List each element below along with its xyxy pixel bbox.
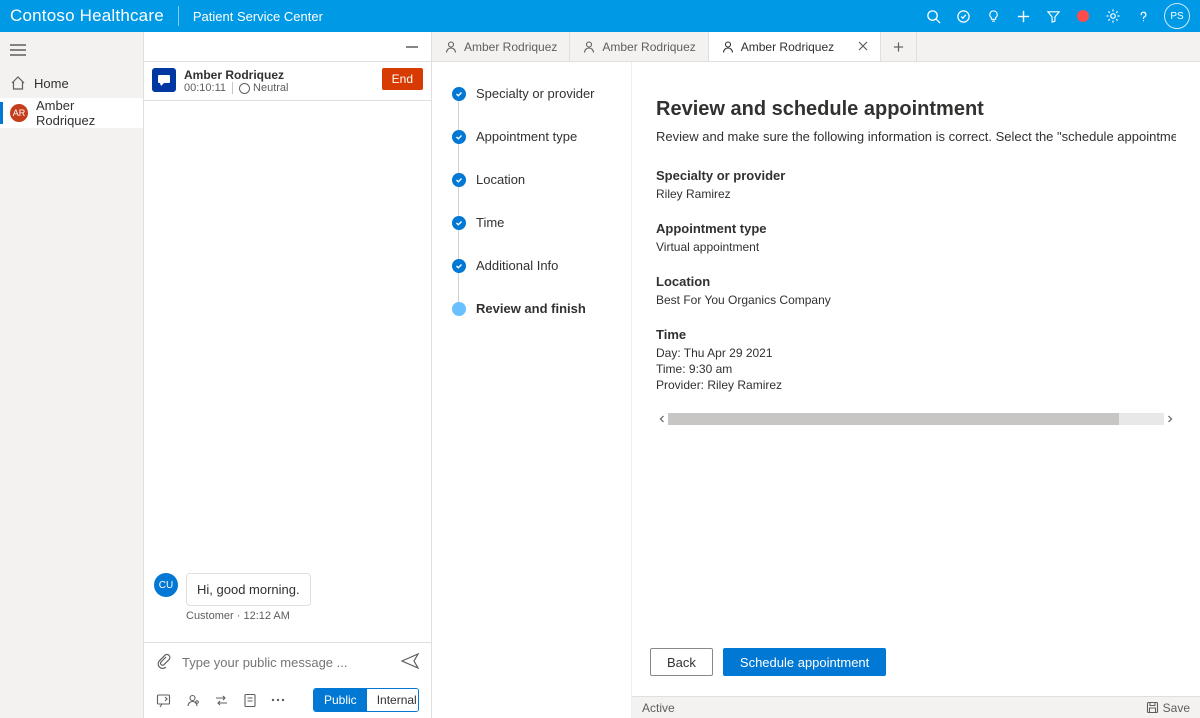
- app-brand: Contoso Healthcare: [10, 6, 179, 26]
- field-label-specialty: Specialty or provider: [656, 168, 1176, 183]
- back-button[interactable]: Back: [650, 648, 713, 676]
- more-icon[interactable]: [271, 698, 285, 702]
- page-title: Review and schedule appointment: [656, 98, 1176, 121]
- scroll-right-icon[interactable]: [1164, 413, 1176, 425]
- step-time[interactable]: Time: [452, 215, 619, 230]
- attach-icon[interactable]: [156, 653, 172, 672]
- nav-item-label: Home: [34, 76, 69, 91]
- tab-2[interactable]: Amber Rodriquez: [570, 32, 708, 61]
- hamburger-menu[interactable]: [0, 32, 143, 68]
- field-value-time-provider: Provider: Riley Ramirez: [656, 378, 1176, 392]
- nav-rail: Home AR Amber Rodriquez: [0, 32, 144, 718]
- compose-area: Public Internal: [144, 642, 431, 718]
- field-label-location: Location: [656, 274, 1176, 289]
- scrollbar-thumb[interactable]: [668, 413, 1119, 425]
- step-label: Time: [476, 215, 504, 230]
- page-description: Review and make sure the following infor…: [656, 129, 1176, 144]
- step-specialty[interactable]: Specialty or provider: [452, 86, 619, 101]
- visibility-internal[interactable]: Internal: [367, 689, 419, 711]
- step-label: Specialty or provider: [476, 86, 595, 101]
- main-panel: Amber Rodriquez Amber Rodriquez Amber Ro…: [432, 32, 1200, 718]
- nav-item-home[interactable]: Home: [0, 68, 143, 98]
- notes-icon[interactable]: [243, 693, 257, 708]
- step-label: Appointment type: [476, 129, 577, 144]
- add-icon[interactable]: [1008, 0, 1038, 32]
- field-value-location: Best For You Organics Company: [656, 293, 1176, 307]
- step-label: Review and finish: [476, 301, 586, 316]
- conversation-panel: Amber Rodriquez 00:10:11 Neutral End CU …: [144, 32, 432, 718]
- transfer-icon[interactable]: [214, 693, 229, 708]
- status-bar: Active Save: [632, 696, 1200, 718]
- tab-strip: Amber Rodriquez Amber Rodriquez Amber Ro…: [432, 32, 1200, 62]
- notification-dot-icon[interactable]: [1068, 0, 1098, 32]
- user-avatar[interactable]: PS: [1164, 3, 1190, 29]
- schedule-appointment-button[interactable]: Schedule appointment: [723, 648, 886, 676]
- help-icon[interactable]: [1128, 0, 1158, 32]
- step-appointment-type[interactable]: Appointment type: [452, 129, 619, 144]
- save-label: Save: [1163, 701, 1190, 715]
- new-tab-button[interactable]: [881, 32, 917, 61]
- tab-3-active[interactable]: Amber Rodriquez: [709, 32, 881, 61]
- consult-icon[interactable]: [185, 693, 200, 708]
- field-label-time: Time: [656, 327, 1176, 342]
- nav-item-session[interactable]: AR Amber Rodriquez: [0, 98, 143, 128]
- wizard-stepper: Specialty or provider Appointment type L…: [432, 62, 632, 718]
- sentiment-label: Neutral: [253, 82, 288, 94]
- step-label: Location: [476, 172, 525, 187]
- tab-label: Amber Rodriquez: [741, 40, 834, 54]
- chat-channel-icon: [152, 68, 176, 92]
- nav-item-label: Amber Rodriquez: [36, 98, 133, 128]
- search-icon[interactable]: [918, 0, 948, 32]
- task-check-icon[interactable]: [948, 0, 978, 32]
- message-bubble: Hi, good morning.: [186, 573, 311, 606]
- save-button[interactable]: Save: [1136, 701, 1200, 715]
- conversation-timer: 00:10:11: [184, 82, 226, 94]
- compose-input[interactable]: [182, 655, 391, 670]
- minimize-panel-icon[interactable]: [401, 34, 423, 59]
- field-value-time-day: Day: Thu Apr 29 2021: [656, 346, 1176, 360]
- step-additional-info[interactable]: Additional Info: [452, 258, 619, 273]
- visibility-toggle: Public Internal: [313, 688, 419, 712]
- message-row: CU Hi, good morning.: [154, 573, 421, 606]
- conversation-customer-name: Amber Rodriquez: [184, 68, 382, 82]
- step-review-finish[interactable]: Review and finish: [452, 301, 619, 316]
- tab-label: Amber Rodriquez: [602, 40, 695, 54]
- scroll-left-icon[interactable]: [656, 413, 668, 425]
- review-page: Review and schedule appointment Review a…: [632, 62, 1200, 648]
- quick-reply-icon[interactable]: [156, 693, 171, 708]
- session-avatar: AR: [10, 104, 28, 122]
- send-icon[interactable]: [401, 653, 419, 672]
- field-value-appointment-type: Virtual appointment: [656, 240, 1176, 254]
- end-conversation-button[interactable]: End: [382, 68, 423, 90]
- field-value-specialty: Riley Ramirez: [656, 187, 1176, 201]
- sentiment-indicator: Neutral: [232, 82, 288, 94]
- filter-icon[interactable]: [1038, 0, 1068, 32]
- field-value-time-time: Time: 9:30 am: [656, 362, 1176, 376]
- status-text: Active: [632, 701, 675, 715]
- field-label-appointment-type: Appointment type: [656, 221, 1176, 236]
- step-label: Additional Info: [476, 258, 558, 273]
- step-location[interactable]: Location: [452, 172, 619, 187]
- app-subtitle: Patient Service Center: [193, 9, 323, 24]
- tab-1[interactable]: Amber Rodriquez: [432, 32, 570, 61]
- visibility-public[interactable]: Public: [314, 689, 367, 711]
- horizontal-scrollbar[interactable]: [656, 412, 1176, 425]
- message-avatar: CU: [154, 573, 178, 597]
- settings-gear-icon[interactable]: [1098, 0, 1128, 32]
- lightbulb-icon[interactable]: [978, 0, 1008, 32]
- message-list: CU Hi, good morning. Customer · 12:12 AM: [144, 101, 431, 642]
- conversation-header: Amber Rodriquez 00:10:11 Neutral End: [144, 62, 431, 101]
- close-tab-icon[interactable]: [858, 40, 868, 54]
- message-meta: Customer · 12:12 AM: [186, 610, 421, 622]
- top-app-bar: Contoso Healthcare Patient Service Cente…: [0, 0, 1200, 32]
- tab-label: Amber Rodriquez: [464, 40, 557, 54]
